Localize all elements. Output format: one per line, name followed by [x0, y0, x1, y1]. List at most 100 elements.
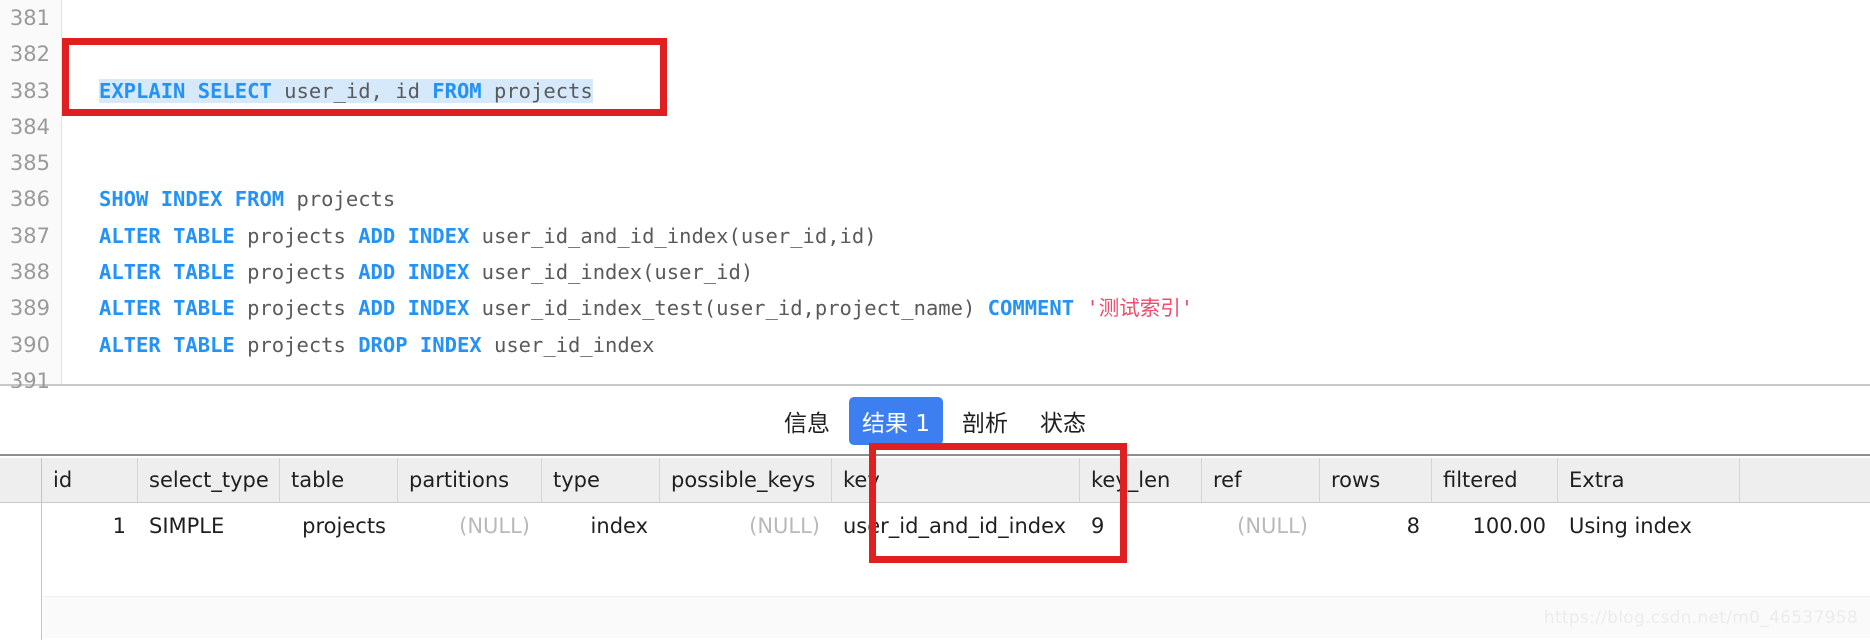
sql-keyword: EXPLAIN — [99, 78, 186, 103]
sql-keyword: INDEX — [407, 260, 470, 285]
sql-keyword: FROM — [432, 78, 482, 103]
sql-identifier — [1074, 296, 1086, 320]
sql-identifier: user_id_index(user_id) — [469, 260, 754, 285]
code-line[interactable]: ALTER TABLE projects ADD INDEX user_id_a… — [63, 218, 1870, 254]
column-header-filtered[interactable]: filtered — [1432, 458, 1558, 502]
line-number: 382 — [9, 42, 50, 67]
line-number-gutter: 381 382 383 384 385 386 387 388 389 390 391 — [0, 0, 62, 393]
tab-result-1[interactable]: 结果 1 — [849, 397, 943, 445]
sql-keyword: DROP — [358, 332, 408, 357]
column-header-ref[interactable]: ref — [1202, 458, 1320, 502]
sql-keyword: FROM — [234, 187, 285, 212]
cell-type[interactable]: index — [542, 503, 660, 549]
sql-identifier — [395, 260, 407, 284]
result-tabs: 信息 结果 1 剖析 状态 — [771, 397, 1099, 445]
sql-string-literal: '测试索引' — [1086, 296, 1194, 321]
watermark: https://blog.csdn.net/m0_46537958 — [1543, 608, 1858, 628]
sql-identifier — [161, 260, 173, 284]
sql-editor-pane[interactable]: 381 382 383 384 385 386 387 388 389 390 391 EXPLAI… — [0, 0, 1870, 393]
sql-keyword: TABLE — [173, 260, 235, 285]
code-line[interactable] — [63, 36, 1870, 72]
row-selector-cell[interactable] — [0, 503, 42, 640]
column-header-table[interactable]: table — [280, 458, 398, 502]
sql-identifier — [161, 224, 173, 248]
cell-id[interactable]: 1 — [42, 503, 138, 549]
code-line[interactable]: SHOW INDEX FROM projects — [63, 181, 1870, 217]
column-header-type[interactable]: type — [542, 458, 660, 502]
selected-sql-text: EXPLAIN SELECT user_id, id FROM projects — [99, 78, 593, 103]
line-number: 387 — [9, 223, 50, 248]
sql-identifier: user_id_index — [481, 332, 655, 357]
tab-info[interactable]: 信息 — [771, 397, 843, 445]
code-line[interactable]: ALTER TABLE projects ADD INDEX user_id_i… — [63, 254, 1870, 290]
sql-keyword: INDEX — [419, 332, 482, 357]
cell-possible_keys[interactable]: (NULL) — [660, 503, 832, 549]
column-header-key_len[interactable]: key_len — [1080, 458, 1202, 502]
code-line[interactable]: ALTER TABLE projects DROP INDEX user_id_… — [63, 327, 1870, 363]
sql-keyword: INDEX — [160, 187, 223, 212]
sql-keyword: TABLE — [173, 223, 235, 248]
line-number: 390 — [9, 332, 50, 357]
sql-keyword: ALTER — [99, 332, 161, 357]
code-line[interactable]: EXPLAIN SELECT user_id, id FROM projects — [63, 73, 1870, 109]
code-line[interactable] — [63, 145, 1870, 181]
line-number: 386 — [9, 187, 50, 212]
code-line[interactable] — [63, 0, 1870, 36]
line-number: 384 — [9, 114, 50, 139]
sql-identifier: user_id_and_id_index(user_id,id) — [469, 223, 877, 248]
result-tabs-bar: 信息 结果 1 剖析 状态 — [0, 388, 1870, 456]
sql-identifier: projects — [481, 78, 593, 103]
sql-keyword: ADD — [358, 260, 396, 285]
sql-keyword: ADD — [358, 223, 396, 248]
result-grid-body[interactable]: 1 SIMPLE projects (NULL) index (NULL) user_id_… — [0, 503, 1870, 640]
line-number: 385 — [9, 151, 50, 176]
code-line[interactable] — [63, 109, 1870, 145]
column-header-key[interactable]: key — [832, 458, 1080, 502]
cell-key[interactable]: user_id_and_id_index — [832, 503, 1080, 549]
sql-code-area[interactable]: EXPLAIN SELECT user_id, id FROM projects… — [63, 0, 1870, 384]
sql-keyword: TABLE — [173, 296, 235, 321]
sql-identifier: projects — [234, 332, 359, 357]
sql-identifier — [185, 79, 197, 103]
column-header-Extra[interactable]: Extra — [1558, 458, 1740, 502]
row-selector-header[interactable] — [0, 458, 42, 502]
sql-identifier — [395, 296, 407, 320]
column-header-rows[interactable]: rows — [1320, 458, 1432, 502]
sql-identifier: projects — [284, 187, 396, 212]
sql-identifier: projects — [234, 223, 359, 248]
code-line[interactable]: ALTER TABLE projects ADD INDEX user_id_i… — [63, 290, 1870, 326]
line-number: 389 — [9, 296, 50, 321]
result-grid-header: id select_type table partitions type possible… — [0, 458, 1870, 503]
line-number: 381 — [9, 6, 50, 30]
sql-identifier — [222, 187, 234, 211]
cell-filtered[interactable]: 100.00 — [1432, 503, 1558, 549]
tab-status[interactable]: 状态 — [1027, 397, 1099, 445]
cell-ref[interactable]: (NULL) — [1202, 503, 1320, 549]
sql-keyword: SELECT — [197, 78, 272, 103]
column-header-id[interactable]: id — [42, 458, 138, 502]
sql-identifier: user_id, id — [271, 78, 433, 103]
sql-identifier — [395, 224, 407, 248]
sql-identifier — [161, 296, 173, 320]
sql-keyword: COMMENT — [987, 296, 1075, 321]
sql-identifier: projects — [234, 260, 359, 285]
sql-keyword: TABLE — [173, 332, 235, 357]
sql-keyword: ADD — [358, 296, 396, 321]
tab-profile[interactable]: 剖析 — [949, 397, 1021, 445]
cell-select_type[interactable]: SIMPLE — [138, 503, 280, 549]
sql-keyword: SHOW — [99, 187, 149, 212]
cell-Extra[interactable]: Using index — [1558, 503, 1740, 549]
cell-rows[interactable]: 8 — [1320, 503, 1432, 549]
column-header-select_type[interactable]: select_type — [138, 458, 280, 502]
sql-keyword: ALTER — [99, 223, 161, 248]
sql-identifier — [148, 187, 160, 211]
cell-table[interactable]: projects — [280, 503, 398, 549]
sql-identifier: projects — [234, 296, 359, 321]
sql-keyword: INDEX — [407, 223, 470, 248]
column-header-partitions[interactable]: partitions — [398, 458, 542, 502]
cell-partitions[interactable]: (NULL) — [398, 503, 542, 549]
column-header-possible_keys[interactable]: possible_keys — [660, 458, 832, 502]
sql-identifier — [408, 333, 420, 357]
cell-key_len[interactable]: 9 — [1080, 503, 1202, 549]
sql-keyword: ALTER — [99, 296, 161, 321]
